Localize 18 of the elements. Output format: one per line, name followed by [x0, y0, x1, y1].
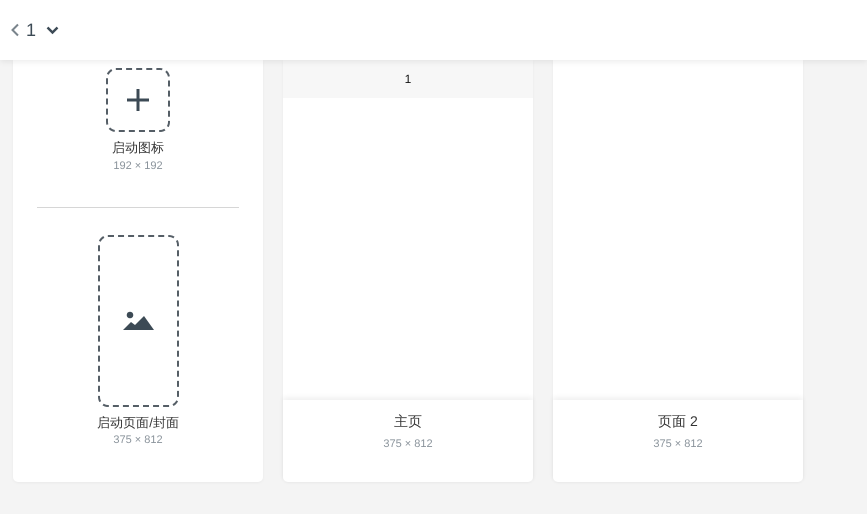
- slot-size: 192 × 192: [113, 160, 163, 173]
- page-name: 主页: [394, 413, 422, 430]
- icon-upload-slot[interactable]: [106, 68, 170, 132]
- image-icon: [122, 310, 154, 331]
- page-card[interactable]: 1 主页 375 × 812: [283, 60, 533, 482]
- page-card[interactable]: 页面 2 375 × 812: [553, 60, 803, 482]
- slot-label: 启动图标: [112, 140, 164, 156]
- page-number: 1: [26, 21, 36, 39]
- page-size: 375 × 812: [383, 438, 433, 451]
- plus-icon: [126, 88, 150, 112]
- preview-header: 1: [283, 60, 533, 98]
- slot-label: 启动页面/封面: [97, 414, 179, 430]
- page-name: 页面 2: [658, 413, 698, 430]
- slot-size: 375 × 812: [113, 434, 163, 448]
- back-icon[interactable]: [10, 23, 20, 37]
- splash-upload-slot[interactable]: [98, 234, 178, 407]
- page-size: 375 × 812: [653, 438, 703, 451]
- chevron-down-icon[interactable]: [46, 26, 60, 34]
